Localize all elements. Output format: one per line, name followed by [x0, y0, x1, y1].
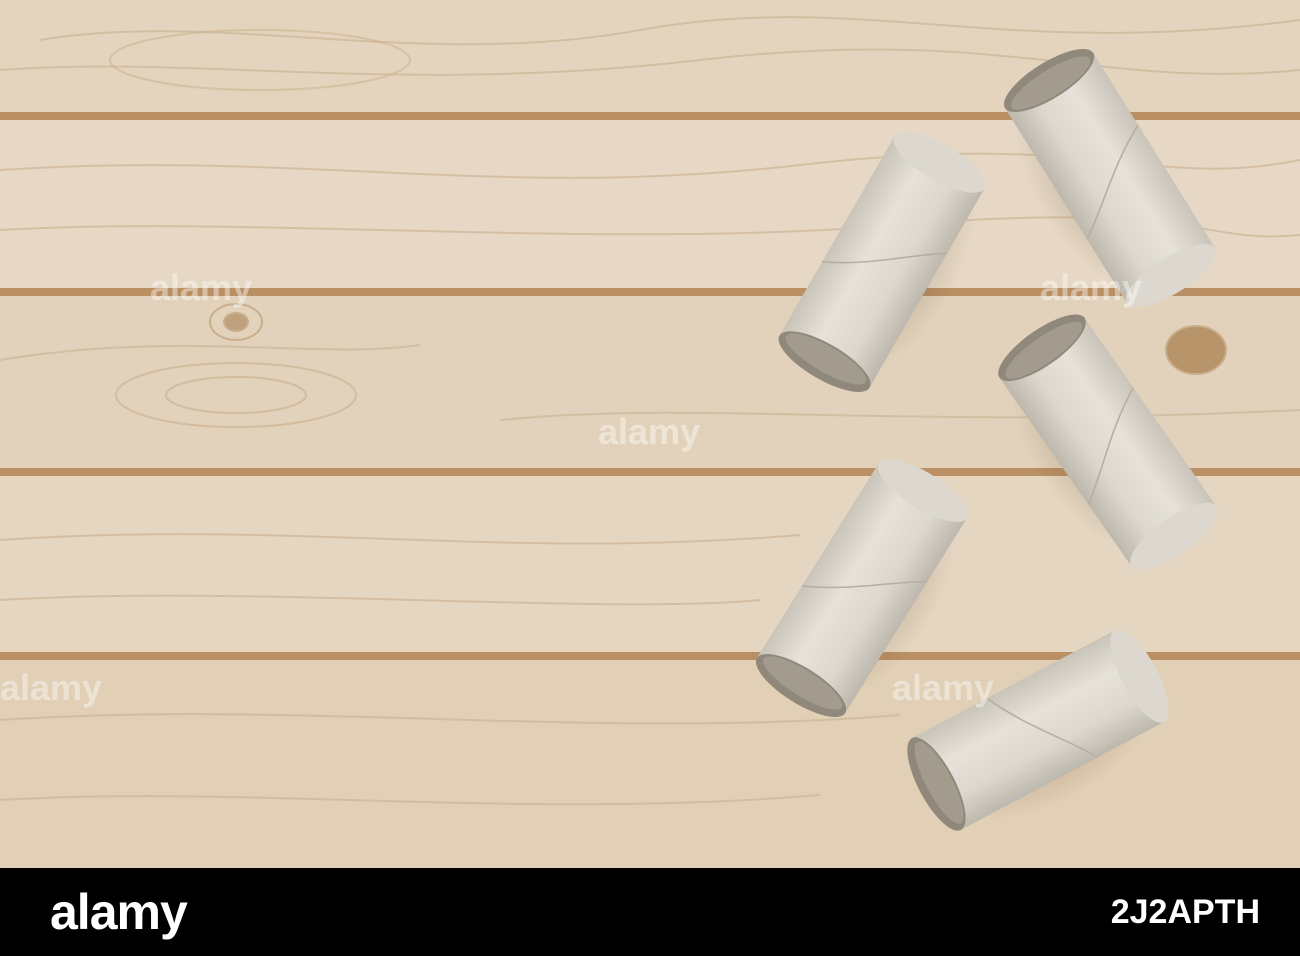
photo-canvas: alamy alamy alamy alamy alamy — [0, 0, 1300, 868]
stock-photo: alamy alamy alamy alamy alamy — [0, 0, 1300, 868]
watermark-footer: alamy 2J2APTH — [0, 868, 1300, 956]
watermark-text: alamy — [598, 411, 700, 452]
watermark-text: alamy — [1040, 267, 1142, 308]
watermark-text: alamy — [150, 267, 252, 308]
watermark-text: alamy — [0, 667, 102, 708]
alamy-logo: alamy — [50, 884, 188, 940]
image-id-label: 2J2APTH — [1110, 893, 1260, 931]
watermark-text: alamy — [892, 667, 994, 708]
